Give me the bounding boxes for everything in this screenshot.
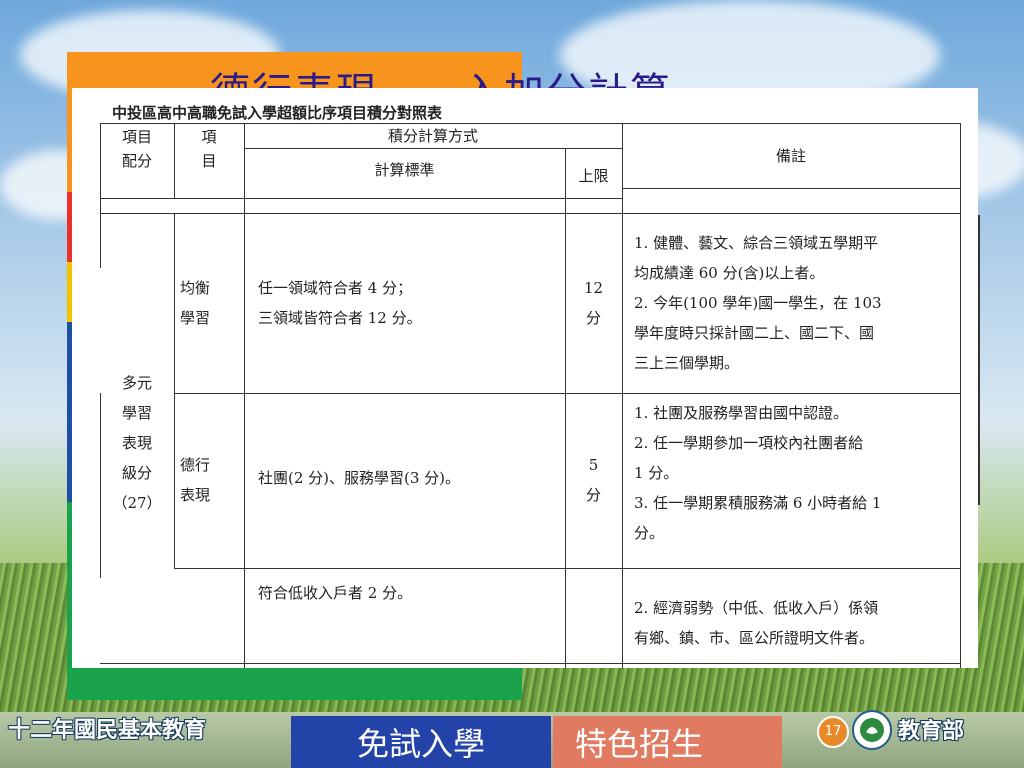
category-label: 多元 學習 表現 級分 （27）	[112, 374, 162, 512]
standard-low-income: 符合低收入戶者 2 分。	[258, 584, 413, 602]
notes-balanced-learning: 1. 健體、藝文、綜合三領域五學期平 均成績達 60 分(含)以上者。 2. 今…	[634, 234, 882, 372]
header-notes: 備註	[775, 147, 806, 165]
header-standard: 計算標準	[374, 161, 435, 179]
ministry-seal-icon	[852, 710, 892, 750]
document-title: 中投區高中高職免試入學超額比序項目積分對照表	[112, 104, 443, 122]
limit-balanced-learning: 12 分	[583, 279, 604, 327]
notes-low-income: 2. 經濟弱勢（中低、低收入戶）係領 有鄉、鎮、市、區公所證明文件者。	[634, 599, 879, 647]
item-balanced-learning: 均衡 學習	[180, 279, 211, 327]
footer-program-name: 十二年國民基本教育	[8, 718, 207, 743]
tab-exam-free-admission[interactable]: 免試入學	[291, 716, 551, 768]
limit-conduct: 5 分	[585, 456, 601, 504]
standard-balanced-learning: 任一領域符合者 4 分； 三領域皆符合者 12 分。	[258, 279, 422, 327]
ministry-name: 教育部	[898, 719, 965, 744]
tab-special-admission[interactable]: 特色招生	[553, 716, 782, 768]
header-limit: 上限	[578, 167, 609, 185]
page-number-badge: 17	[817, 716, 849, 748]
standard-conduct: 社團(2 分)、服務學習(3 分)。	[258, 469, 461, 487]
score-table-document: 中投區高中高職免試入學超額比序項目積分對照表 項目 配分 項 目 積分計算方式 …	[72, 88, 978, 668]
header-method: 積分計算方式	[387, 127, 478, 145]
header-item: 項 目	[201, 128, 217, 170]
notes-conduct: 1. 社團及服務學習由國中認證。 2. 任一學期參加一項校內社團者給 1 分。 …	[634, 404, 882, 542]
header-item-score: 項目 配分	[121, 128, 152, 170]
item-conduct: 德行 表現	[180, 456, 211, 504]
